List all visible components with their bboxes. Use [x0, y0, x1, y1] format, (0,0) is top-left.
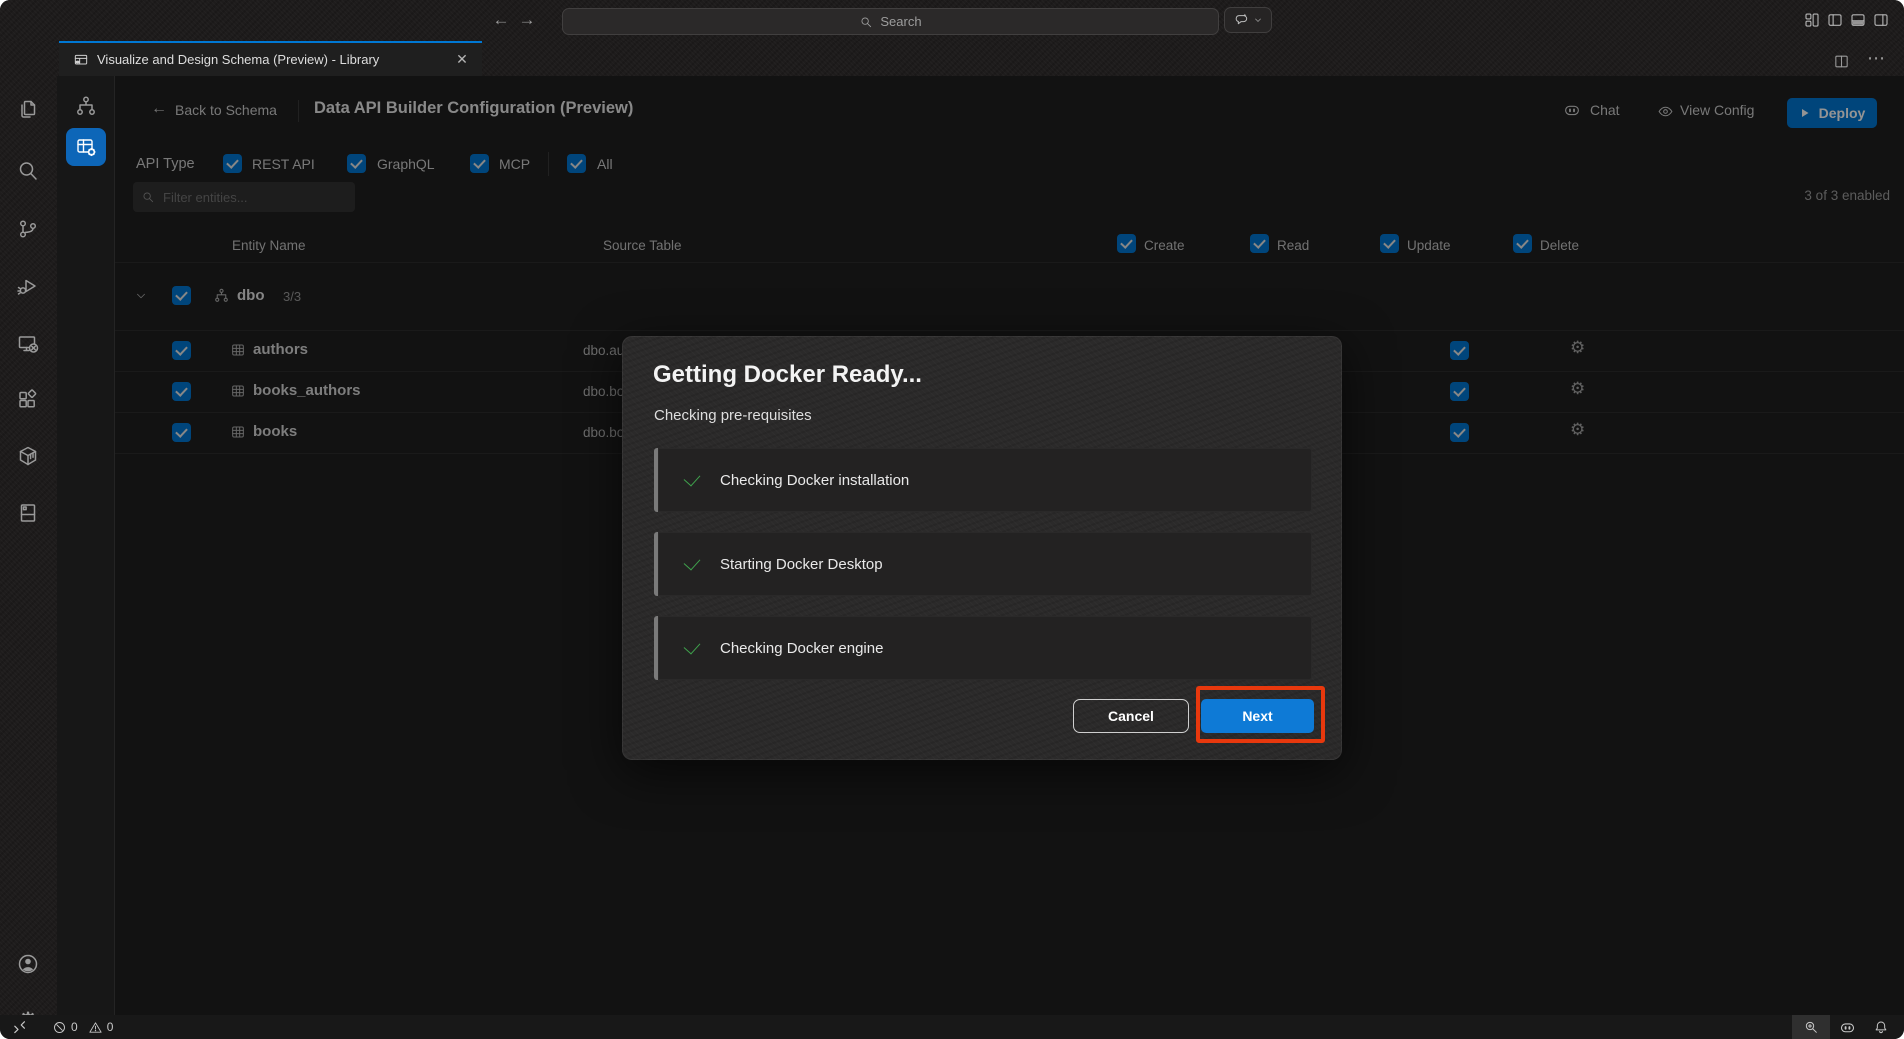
- sidebar-left-icon: [1826, 11, 1844, 29]
- notifications-button[interactable]: [1864, 1019, 1898, 1035]
- split-editor-icon: [1833, 53, 1850, 70]
- check-icon: [684, 639, 702, 657]
- remote-icon: [12, 1019, 28, 1035]
- schema-org-icon: [74, 94, 98, 118]
- activity-bar: ⚙: [0, 41, 57, 1015]
- bell-icon: [1873, 1019, 1889, 1035]
- database-projects-icon[interactable]: [16, 501, 40, 525]
- run-debug-icon[interactable]: [16, 274, 40, 298]
- annotation-highlight-next: [1196, 686, 1325, 743]
- account-icon[interactable]: [16, 952, 40, 976]
- ellipsis-icon: ⋯: [1867, 48, 1885, 69]
- check-icon: [684, 471, 702, 489]
- zoom-status-button[interactable]: [1792, 1015, 1830, 1039]
- layout-grid-icon: [1803, 11, 1821, 29]
- warning-icon: [88, 1020, 103, 1035]
- back-arrow-icon: ←: [493, 10, 510, 30]
- nav-forward-button[interactable]: →: [514, 7, 540, 33]
- container-tools-icon[interactable]: [16, 444, 40, 468]
- warning-count: 0: [107, 1020, 114, 1034]
- source-control-icon[interactable]: [16, 217, 40, 241]
- error-count: 0: [71, 1020, 78, 1034]
- nav-back-button[interactable]: ←: [488, 7, 514, 33]
- sidebar-right-icon: [1872, 11, 1890, 29]
- toggle-panel-button[interactable]: [1846, 8, 1870, 32]
- dab-config-view-button[interactable]: [66, 128, 106, 166]
- tab-visualize-design-schema[interactable]: Visualize and Design Schema (Preview) - …: [59, 41, 482, 76]
- copilot-icon: [1839, 1019, 1856, 1036]
- customize-layout-button[interactable]: [1800, 8, 1824, 32]
- remote-explorer-icon[interactable]: [16, 332, 40, 356]
- copilot-chat-button[interactable]: [1224, 7, 1272, 33]
- problems-indicator[interactable]: 0 0: [52, 1020, 113, 1035]
- toggle-sidebar-button[interactable]: [1823, 8, 1847, 32]
- title-bar: ← → Search: [0, 0, 1904, 41]
- step-checking-docker-engine: Checking Docker engine: [654, 616, 1312, 680]
- remote-indicator[interactable]: [12, 1019, 28, 1035]
- status-bar: 0 0: [0, 1015, 1904, 1039]
- table-gear-icon: [75, 136, 97, 158]
- dialog-title: Getting Docker Ready...: [653, 361, 922, 389]
- step-checking-docker-installation: Checking Docker installation: [654, 448, 1312, 512]
- tab-close-icon[interactable]: ✕: [452, 50, 472, 70]
- split-editor-button[interactable]: [1829, 49, 1853, 73]
- chat-sparkle-icon: [1233, 12, 1249, 28]
- check-icon: [684, 555, 702, 573]
- zoom-in-icon: [1803, 1019, 1819, 1035]
- extensions-icon[interactable]: [16, 388, 40, 412]
- vscode-window: ← → Search Visualize and Design Schema (…: [0, 0, 1904, 1039]
- copilot-status-button[interactable]: [1830, 1019, 1864, 1036]
- explorer-icon[interactable]: [16, 97, 40, 121]
- editor-more-actions-button[interactable]: ⋯: [1864, 46, 1888, 70]
- search-icon: [859, 15, 873, 29]
- error-icon: [52, 1020, 67, 1035]
- schema-view-button[interactable]: [74, 94, 98, 118]
- chevron-down-icon: [1253, 15, 1263, 25]
- step-starting-docker-desktop: Starting Docker Desktop: [654, 532, 1312, 596]
- search-placeholder: Search: [880, 14, 921, 29]
- cancel-button[interactable]: Cancel: [1073, 699, 1189, 733]
- panel-bottom-icon: [1849, 11, 1867, 29]
- toggle-secondary-sidebar-button[interactable]: [1869, 8, 1893, 32]
- tab-bar: Visualize and Design Schema (Preview) - …: [57, 41, 1904, 76]
- dialog-subtitle: Checking pre-requisites: [654, 407, 812, 424]
- designer-view-bar: [57, 76, 115, 1015]
- command-center-search[interactable]: Search: [562, 8, 1219, 35]
- schema-designer-icon: [73, 52, 89, 68]
- search-view-icon[interactable]: [16, 159, 40, 183]
- forward-arrow-icon: →: [519, 10, 536, 30]
- tab-title: Visualize and Design Schema (Preview) - …: [97, 52, 444, 67]
